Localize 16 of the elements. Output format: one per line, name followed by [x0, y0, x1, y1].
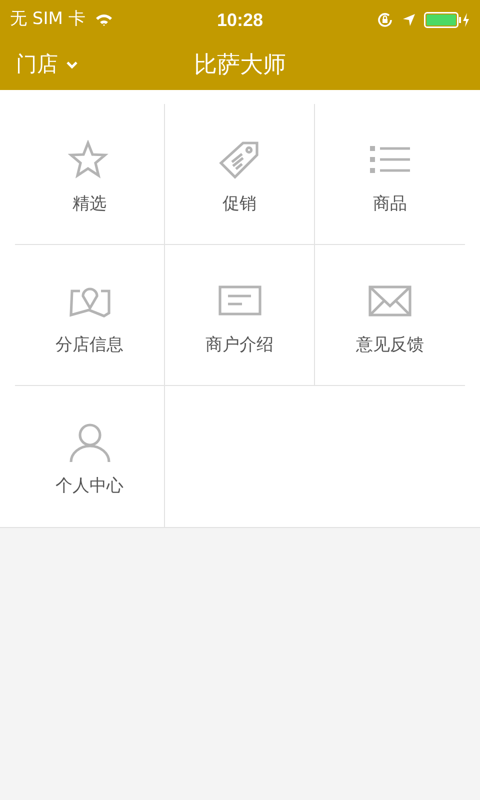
wifi-icon [95, 13, 114, 27]
carrier-name: 无 SIM 卡 [10, 8, 86, 32]
menu-tile[interactable]: 商品 [315, 104, 465, 245]
menu-tile[interactable]: 个人中心 [15, 386, 165, 527]
person-icon [68, 422, 112, 464]
menu-tile[interactable]: 促销 [165, 104, 315, 245]
location-arrow-icon [402, 13, 416, 27]
clock-time: 10:28 [216, 8, 264, 32]
chevron-down-icon [66, 61, 78, 69]
menu-tile[interactable]: 商户介绍 [165, 245, 315, 386]
rotation-lock-icon [376, 11, 394, 29]
menu-tile[interactable]: 分店信息 [15, 245, 165, 386]
battery-icon [424, 12, 470, 28]
menu-tile[interactable]: 意见反馈 [315, 245, 465, 386]
page-title: 比萨大师 [194, 50, 286, 80]
menu-tile[interactable]: 精选 [15, 104, 165, 245]
